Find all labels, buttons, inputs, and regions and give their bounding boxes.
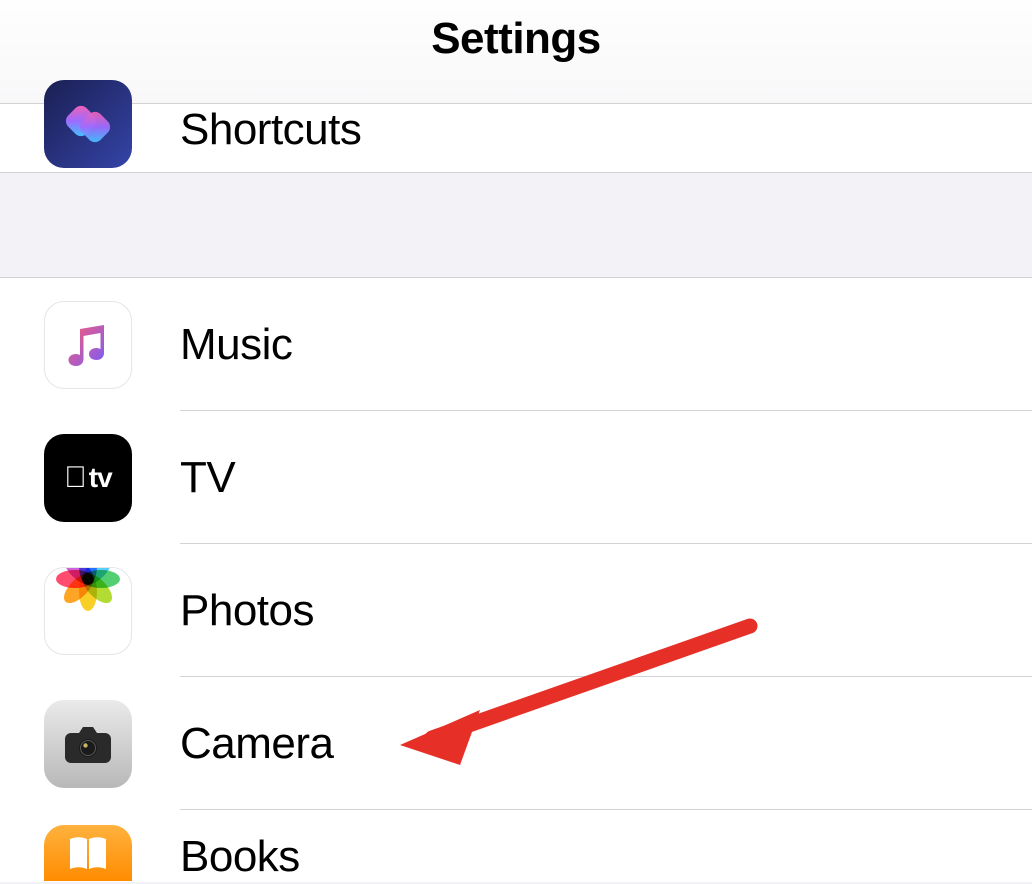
settings-row-tv[interactable]:  tv TV [0,411,1032,544]
settings-group: Music  tv TV Photos [0,278,1032,882]
row-label: Books [180,832,300,882]
settings-row-shortcuts[interactable]: Shortcuts [0,104,1032,172]
settings-row-books[interactable]: Books [0,810,1032,882]
tv-text: tv [89,462,112,494]
row-label: Shortcuts [180,108,361,152]
row-label: Photos [180,586,314,636]
shortcuts-icon [44,80,132,168]
page-title: Settings [0,0,1032,78]
row-label: Music [180,320,292,370]
apple-logo-icon:  [64,461,87,495]
row-label: TV [180,453,235,503]
settings-row-music[interactable]: Music [0,278,1032,411]
settings-row-photos[interactable]: Photos [0,544,1032,677]
settings-group: Shortcuts [0,104,1032,172]
photos-icon [44,567,132,655]
tv-icon:  tv [44,434,132,522]
settings-row-camera[interactable]: Camera [0,677,1032,810]
music-icon [44,301,132,389]
camera-icon [44,700,132,788]
settings-header: Settings [0,0,1032,104]
books-icon [44,825,132,881]
row-label: Camera [180,719,334,769]
section-spacer [0,172,1032,278]
